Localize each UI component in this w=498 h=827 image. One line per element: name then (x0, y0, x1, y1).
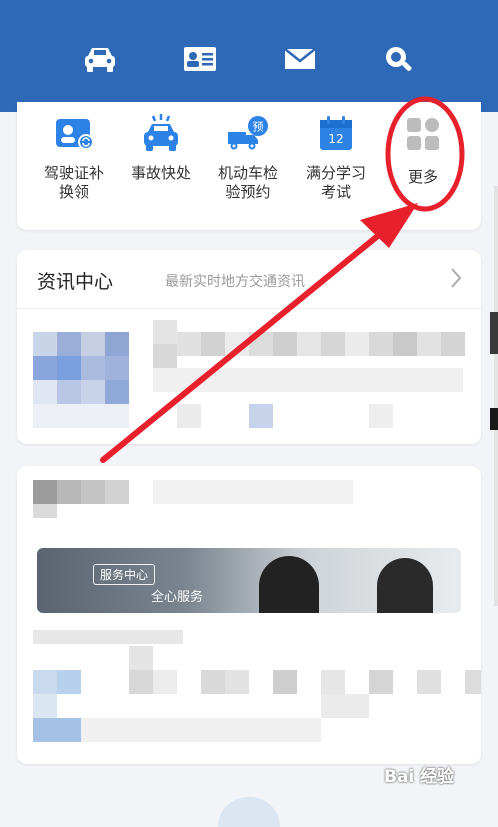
person-silhouette-icon (259, 556, 319, 613)
service-label: 更多 (407, 168, 438, 186)
scrollbar-thumb-secondary[interactable] (490, 408, 498, 430)
service-center-banner[interactable]: 服务中心 全心服务 (37, 548, 461, 613)
service-label: 满分学习 考试 (305, 164, 366, 201)
more-grid-icon (407, 118, 439, 150)
calendar-exam-icon: 12 (320, 116, 352, 150)
scrollbar-track[interactable] (494, 186, 498, 606)
news-title: 资讯中心 (37, 271, 114, 293)
service-license-renew[interactable]: 驾驶证补 换领 (30, 112, 118, 202)
service-center-card: 服务中心 全心服务 (17, 466, 481, 764)
news-subtitle: 最新实时地方交通资讯 (165, 274, 305, 290)
service-label: 机动车检 验预约 (217, 164, 278, 201)
car-icon[interactable] (80, 40, 120, 78)
news-header[interactable]: 资讯中心 最新实时地方交通资讯 (17, 250, 481, 309)
baidu-watermark: Bai 经验 (384, 762, 496, 792)
news-card: 资讯中心 最新实时地方交通资讯 (17, 250, 481, 444)
section-heading-blurred (17, 466, 481, 536)
banner-caption: 全心服务 (151, 590, 204, 605)
id-card-icon[interactable] (180, 40, 220, 78)
service-accident[interactable]: 事故快处 (117, 112, 205, 183)
service-label: 驾驶证补 换领 (43, 164, 104, 201)
top-header (0, 0, 498, 112)
service-inspection-appointment[interactable]: 预 机动车检 验预约 (204, 112, 292, 202)
svg-text:预: 预 (253, 121, 264, 134)
chevron-right-icon (449, 266, 463, 294)
calendar-badge: 12 (328, 132, 343, 146)
news-item-blurred[interactable] (17, 310, 481, 440)
accident-car-icon (144, 114, 178, 151)
service-full-score-exam[interactable]: 12 满分学习 考试 (292, 112, 380, 202)
license-renew-icon (56, 119, 94, 150)
service-label: 事故快处 (130, 164, 191, 182)
bottom-tab-hint (218, 797, 280, 827)
search-icon[interactable] (378, 40, 418, 78)
scrollbar-thumb[interactable] (490, 312, 498, 354)
person-silhouette-icon (377, 558, 433, 613)
banner-tag: 服务中心 (93, 564, 156, 585)
service-more[interactable]: 更多 (379, 112, 467, 187)
mail-icon[interactable] (280, 40, 320, 78)
truck-appointment-icon: 预 (228, 116, 268, 150)
watermark-text: Bai 经验 (384, 767, 455, 787)
service-item-blurred[interactable] (17, 626, 481, 762)
